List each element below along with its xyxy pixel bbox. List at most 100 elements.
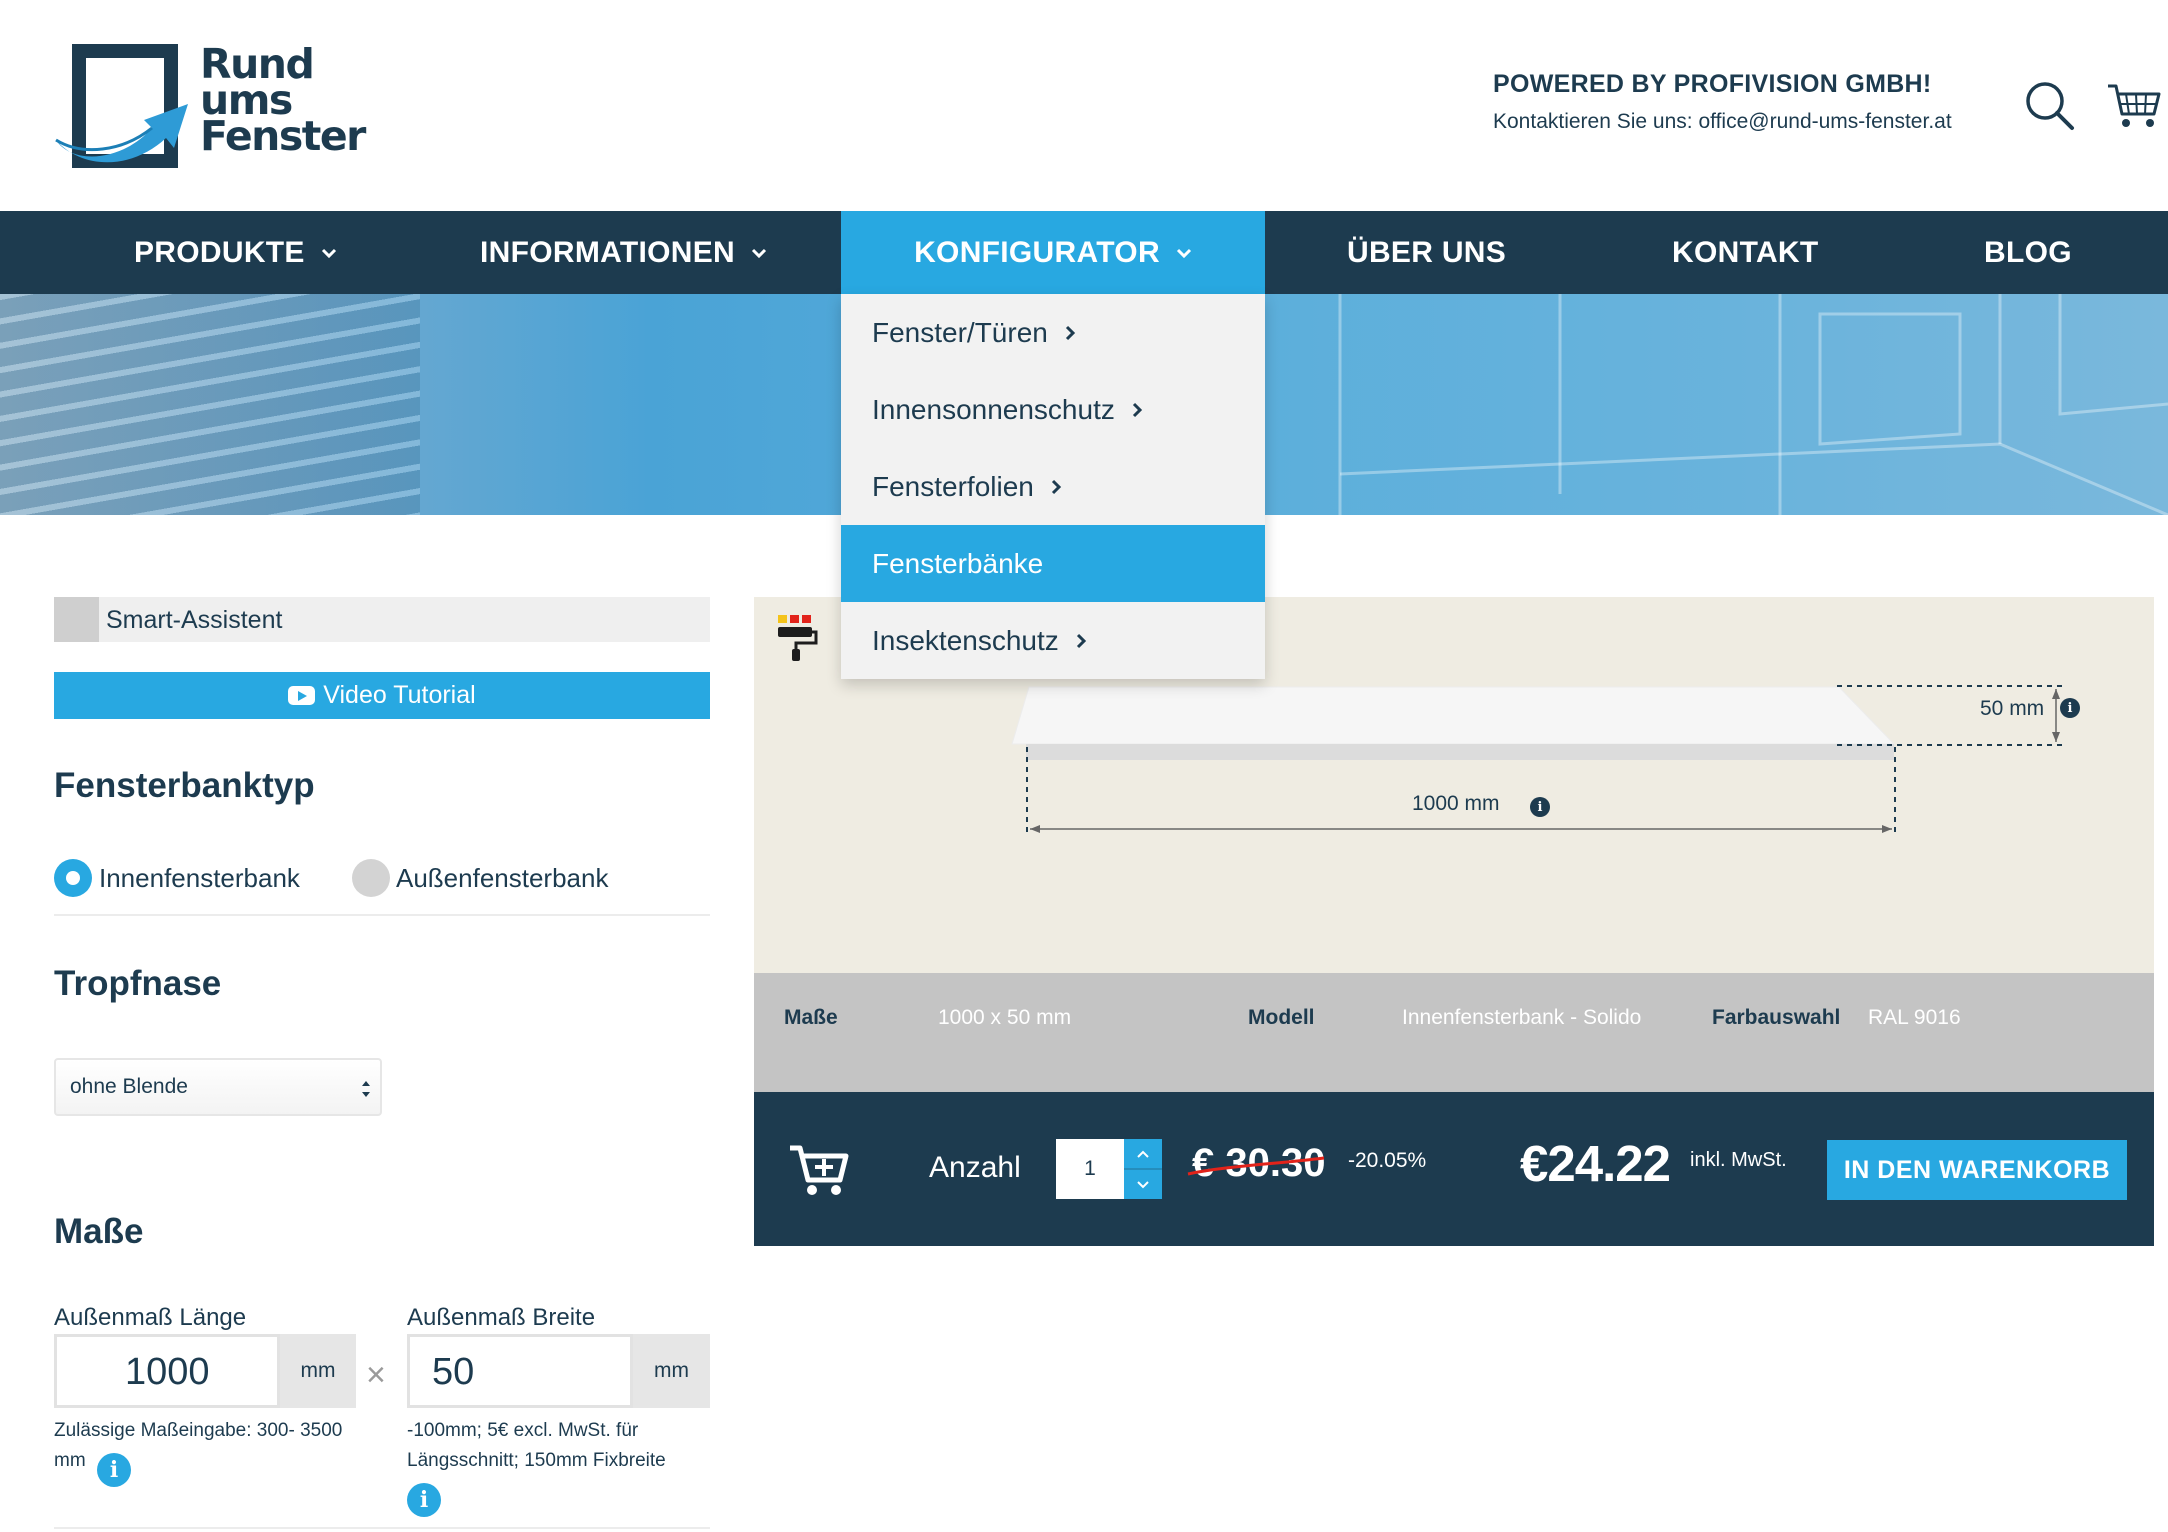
width-unit: mm bbox=[633, 1334, 710, 1408]
hero-blinds-image bbox=[0, 294, 420, 515]
width-label: Außenmaß Breite bbox=[407, 1304, 596, 1331]
radio-label-innenfensterbank[interactable]: Innenfensterbank bbox=[99, 863, 300, 894]
length-unit: mm bbox=[280, 1334, 356, 1408]
dropdown-label: Fensterfolien bbox=[872, 470, 1034, 502]
dropdown-item-fensterbaenke[interactable]: Fensterbänke bbox=[841, 525, 1265, 602]
dropdown-item-insektenschutz[interactable]: Insektenschutz bbox=[841, 602, 1265, 679]
chevron-right-icon bbox=[1051, 479, 1061, 494]
tropfnase-selected-value: ohne Blende bbox=[70, 1075, 188, 1098]
summary-dims-value: 1000 x 50 mm bbox=[938, 1006, 1072, 1029]
logo-line-3: Fenster bbox=[200, 112, 366, 160]
section-divider bbox=[54, 1527, 710, 1529]
tropfnase-select[interactable]: ohne Blende bbox=[54, 1058, 382, 1116]
dropdown-label: Innensonnenschutz bbox=[872, 393, 1115, 425]
video-tutorial-label: Video Tutorial bbox=[323, 681, 476, 709]
nav-item-konfigurator[interactable]: KONFIGURATOR bbox=[841, 211, 1265, 294]
dropdown-item-fensterfolien[interactable]: Fensterfolien bbox=[841, 448, 1265, 525]
depth-dimension-label: 50 mm bbox=[1980, 697, 2045, 720]
summary-dims-key: Maße bbox=[784, 1006, 838, 1029]
radio-aussenfensterbank[interactable] bbox=[352, 859, 390, 897]
chevron-down-icon bbox=[751, 248, 767, 258]
site-logo[interactable]: Rund ums Fenster bbox=[52, 40, 366, 174]
logo-wordmark: Rund ums Fenster bbox=[200, 44, 366, 160]
configuration-summary: Maße 1000 x 50 mm Modell Innenfensterban… bbox=[754, 973, 2154, 1092]
dropdown-item-fenster-tueren[interactable]: Fenster/Türen bbox=[841, 294, 1265, 371]
smart-assistant-checkbox[interactable] bbox=[54, 597, 99, 642]
nav-item-blog[interactable]: BLOG bbox=[1984, 211, 2072, 294]
nav-label: KONFIGURATOR bbox=[914, 235, 1160, 269]
summary-color-key: Farbauswahl bbox=[1712, 1006, 1841, 1029]
length-info-icon[interactable]: i bbox=[97, 1453, 131, 1487]
nav-label: ÜBER UNS bbox=[1347, 235, 1507, 269]
width-dimension-info-icon[interactable]: i bbox=[1530, 797, 1550, 817]
smart-assistant-label: Smart-Assistent bbox=[106, 606, 283, 634]
section-title-fensterbanktyp: Fensterbanktyp bbox=[54, 766, 315, 805]
main-navigation: PRODUKTE INFORMATIONEN KONFIGURATOR ÜBER… bbox=[0, 211, 2168, 294]
chevron-down-icon bbox=[321, 248, 336, 258]
width-hint: -100mm; 5€ excl. MwSt. für Längsschnitt;… bbox=[407, 1416, 666, 1476]
nav-label: KONTAKT bbox=[1672, 235, 1819, 269]
add-to-cart-button[interactable]: IN DEN WARENKORB bbox=[1827, 1140, 2127, 1200]
video-tutorial-button[interactable]: Video Tutorial bbox=[54, 672, 710, 719]
youtube-play-icon bbox=[288, 686, 316, 705]
nav-item-produkte[interactable]: PRODUKTE bbox=[134, 211, 337, 294]
vat-note: inkl. MwSt. bbox=[1690, 1149, 1787, 1171]
chevron-down-icon bbox=[1137, 1180, 1149, 1188]
nav-label: BLOG bbox=[1984, 235, 2072, 269]
price-strikethrough bbox=[1187, 1156, 1325, 1176]
width-value: 50 bbox=[432, 1351, 475, 1393]
contact-email-text[interactable]: Kontaktieren Sie uns: office@rund-ums-fe… bbox=[1493, 110, 1952, 134]
hero-window-lines bbox=[1338, 294, 2168, 515]
depth-dimension-info-icon[interactable]: i bbox=[2060, 698, 2080, 718]
nav-label: PRODUKTE bbox=[134, 235, 305, 269]
radio-label-aussenfensterbank[interactable]: Außenfensterbank bbox=[396, 863, 608, 894]
section-title-tropfnase: Tropfnase bbox=[54, 964, 222, 1003]
chevron-right-icon bbox=[1065, 325, 1075, 340]
width-input[interactable]: 50 bbox=[407, 1334, 633, 1408]
site-header: Rund ums Fenster POWERED BY PROFIVISION … bbox=[0, 0, 2168, 211]
length-hint-line-1: Zulässige Maßeingabe: 300- 3500 bbox=[54, 1420, 343, 1441]
dropdown-label: Insektenschutz bbox=[872, 624, 1059, 656]
chevron-down-icon bbox=[1176, 248, 1191, 258]
dropdown-label: Fensterbänke bbox=[872, 547, 1044, 579]
section-divider bbox=[54, 914, 710, 916]
quantity-stepper[interactable] bbox=[1124, 1139, 1162, 1199]
konfigurator-dropdown: Fenster/Türen Innensonnenschutz Fensterf… bbox=[841, 294, 1265, 679]
add-to-cart-icon bbox=[790, 1145, 849, 1195]
width-dimension-label: 1000 mm bbox=[1412, 792, 1500, 815]
powered-by-text: POWERED BY PROFIVISION GMBH! bbox=[1493, 70, 1932, 98]
search-icon[interactable] bbox=[2024, 80, 2076, 132]
dropdown-item-innensonnenschutz[interactable]: Innensonnenschutz bbox=[841, 371, 1265, 448]
page: Rund ums Fenster POWERED BY PROFIVISION … bbox=[0, 0, 2168, 1532]
quantity-increment-button[interactable] bbox=[1124, 1139, 1162, 1168]
nav-item-ueber-uns[interactable]: ÜBER UNS bbox=[1347, 211, 1506, 294]
quantity-decrement-button[interactable] bbox=[1124, 1170, 1162, 1199]
chevron-right-icon bbox=[1076, 633, 1086, 648]
summary-model-key: Modell bbox=[1248, 1006, 1315, 1029]
nav-label: INFORMATIONEN bbox=[480, 235, 735, 269]
summary-color-value: RAL 9016 bbox=[1868, 1006, 1961, 1029]
length-label: Außenmaß Länge bbox=[54, 1304, 247, 1331]
width-info-icon[interactable]: i bbox=[407, 1483, 441, 1517]
logo-arrow-icon bbox=[55, 104, 188, 163]
purchase-bar: Anzahl 1 € 30.30 -20.05% €24.22 inkl. Mw… bbox=[754, 1092, 2154, 1246]
smart-assistant-toggle[interactable]: Smart-Assistent bbox=[54, 597, 710, 642]
select-arrows-icon bbox=[362, 1081, 370, 1097]
nav-item-informationen[interactable]: INFORMATIONEN bbox=[480, 211, 767, 294]
cart-icon[interactable] bbox=[2106, 80, 2162, 130]
width-hint-line-2: Längsschnitt; 150mm Fixbreite bbox=[407, 1450, 666, 1471]
length-value: 1000 bbox=[125, 1351, 210, 1393]
chevron-up-icon bbox=[1137, 1150, 1149, 1158]
length-input[interactable]: 1000 bbox=[54, 1334, 280, 1408]
quantity-input[interactable]: 1 bbox=[1056, 1139, 1124, 1199]
dropdown-label: Fenster/Türen bbox=[872, 316, 1048, 348]
times-symbol: × bbox=[366, 1356, 386, 1394]
section-title-masse: Maße bbox=[54, 1212, 144, 1251]
final-price: €24.22 bbox=[1520, 1135, 1671, 1192]
discount-badge: -20.05% bbox=[1348, 1149, 1427, 1172]
width-hint-line-1: -100mm; 5€ excl. MwSt. für bbox=[407, 1420, 639, 1441]
nav-item-kontakt[interactable]: KONTAKT bbox=[1672, 211, 1819, 294]
radio-innenfensterbank[interactable] bbox=[54, 859, 92, 897]
quantity-label: Anzahl bbox=[929, 1151, 1021, 1184]
summary-model-value: Innenfensterbank - Solido bbox=[1402, 1006, 1642, 1029]
